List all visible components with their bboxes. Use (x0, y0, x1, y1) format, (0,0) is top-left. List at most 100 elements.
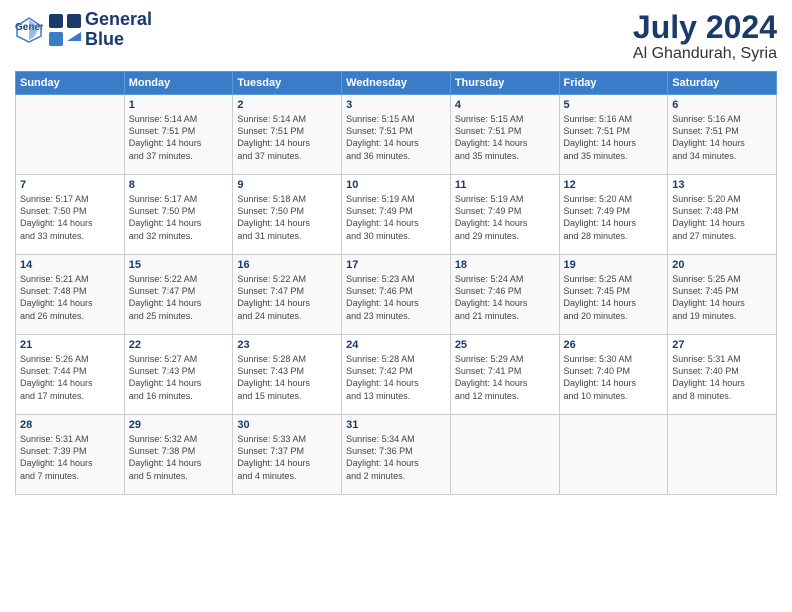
cell-content: Sunrise: 5:25 AM Sunset: 7:45 PM Dayligh… (564, 273, 664, 322)
day-number: 15 (129, 259, 229, 271)
weekday-header-saturday: Saturday (668, 72, 777, 95)
calendar-cell: 10 Sunrise: 5:19 AM Sunset: 7:49 PM Dayli… (342, 175, 451, 255)
cell-content: Sunrise: 5:18 AM Sunset: 7:50 PM Dayligh… (237, 193, 337, 242)
title-area: July 2024 Al Ghandurah, Syria (633, 10, 777, 63)
logo: General General Blue (15, 10, 152, 50)
cell-content: Sunrise: 5:23 AM Sunset: 7:46 PM Dayligh… (346, 273, 446, 322)
calendar-cell: 12 Sunrise: 5:20 AM Sunset: 7:49 PM Dayli… (559, 175, 668, 255)
cell-content: Sunrise: 5:20 AM Sunset: 7:49 PM Dayligh… (564, 193, 664, 242)
day-number: 16 (237, 259, 337, 271)
calendar-cell: 9 Sunrise: 5:18 AM Sunset: 7:50 PM Daylig… (233, 175, 342, 255)
day-number: 24 (346, 339, 446, 351)
cell-content: Sunrise: 5:19 AM Sunset: 7:49 PM Dayligh… (346, 193, 446, 242)
day-number: 31 (346, 419, 446, 431)
cell-content: Sunrise: 5:22 AM Sunset: 7:47 PM Dayligh… (129, 273, 229, 322)
calendar-cell: 28 Sunrise: 5:31 AM Sunset: 7:39 PM Dayli… (16, 415, 125, 495)
cell-content: Sunrise: 5:16 AM Sunset: 7:51 PM Dayligh… (672, 113, 772, 162)
day-number: 2 (237, 99, 337, 111)
cell-content: Sunrise: 5:31 AM Sunset: 7:39 PM Dayligh… (20, 433, 120, 482)
cell-content: Sunrise: 5:28 AM Sunset: 7:43 PM Dayligh… (237, 353, 337, 402)
calendar-cell: 8 Sunrise: 5:17 AM Sunset: 7:50 PM Daylig… (124, 175, 233, 255)
calendar-cell: 27 Sunrise: 5:31 AM Sunset: 7:40 PM Dayli… (668, 335, 777, 415)
cell-content: Sunrise: 5:19 AM Sunset: 7:49 PM Dayligh… (455, 193, 555, 242)
cell-content: Sunrise: 5:25 AM Sunset: 7:45 PM Dayligh… (672, 273, 772, 322)
calendar-cell: 22Sunrise: 5:27 AM Sunset: 7:43 PM Dayli… (124, 335, 233, 415)
calendar-table: SundayMondayTuesdayWednesdayThursdayFrid… (15, 71, 777, 495)
day-number: 30 (237, 419, 337, 431)
weekday-header-thursday: Thursday (450, 72, 559, 95)
cell-content: Sunrise: 5:17 AM Sunset: 7:50 PM Dayligh… (129, 193, 229, 242)
day-number: 17 (346, 259, 446, 271)
cell-content: Sunrise: 5:34 AM Sunset: 7:36 PM Dayligh… (346, 433, 446, 482)
cell-content: Sunrise: 5:15 AM Sunset: 7:51 PM Dayligh… (346, 113, 446, 162)
calendar-cell: 15 Sunrise: 5:22 AM Sunset: 7:47 PM Dayli… (124, 255, 233, 335)
calendar-header-row: SundayMondayTuesdayWednesdayThursdayFrid… (16, 72, 777, 95)
day-number: 12 (564, 179, 664, 191)
cell-content: Sunrise: 5:26 AM Sunset: 7:44 PM Dayligh… (20, 353, 120, 402)
cell-content: Sunrise: 5:33 AM Sunset: 7:37 PM Dayligh… (237, 433, 337, 482)
calendar-week-2: 7 Sunrise: 5:17 AM Sunset: 7:50 PM Daylig… (16, 175, 777, 255)
logo-icon: General (15, 16, 43, 44)
day-number: 25 (455, 339, 555, 351)
calendar-cell: 19 Sunrise: 5:25 AM Sunset: 7:45 PM Dayli… (559, 255, 668, 335)
day-number: 27 (672, 339, 772, 351)
logo-text: General Blue (85, 10, 152, 50)
weekday-header-friday: Friday (559, 72, 668, 95)
day-number: 1 (129, 99, 229, 111)
calendar-cell: 21 Sunrise: 5:26 AM Sunset: 7:44 PM Dayli… (16, 335, 125, 415)
day-number: 28 (20, 419, 120, 431)
cell-content: Sunrise: 5:16 AM Sunset: 7:51 PM Dayligh… (564, 113, 664, 162)
calendar-cell: 4 Sunrise: 5:15 AM Sunset: 7:51 PM Daylig… (450, 95, 559, 175)
calendar-cell: 3 Sunrise: 5:15 AM Sunset: 7:51 PM Daylig… (342, 95, 451, 175)
day-number: 10 (346, 179, 446, 191)
calendar-week-5: 28 Sunrise: 5:31 AM Sunset: 7:39 PM Dayli… (16, 415, 777, 495)
cell-content: Sunrise: 5:20 AM Sunset: 7:48 PM Dayligh… (672, 193, 772, 242)
calendar-cell: 6 Sunrise: 5:16 AM Sunset: 7:51 PM Daylig… (668, 95, 777, 175)
day-number: 18 (455, 259, 555, 271)
cell-content: Sunrise: 5:31 AM Sunset: 7:40 PM Dayligh… (672, 353, 772, 402)
weekday-header-monday: Monday (124, 72, 233, 95)
calendar-cell: 31 Sunrise: 5:34 AM Sunset: 7:36 PM Dayli… (342, 415, 451, 495)
cell-content: Sunrise: 5:28 AM Sunset: 7:42 PM Dayligh… (346, 353, 446, 402)
day-number: 23 (237, 339, 337, 351)
day-number: 4 (455, 99, 555, 111)
day-number: 11 (455, 179, 555, 191)
calendar-cell: 18Sunrise: 5:24 AM Sunset: 7:46 PM Dayli… (450, 255, 559, 335)
day-number: 9 (237, 179, 337, 191)
day-number: 14 (20, 259, 120, 271)
calendar-cell: 11 Sunrise: 5:19 AM Sunset: 7:49 PM Dayli… (450, 175, 559, 255)
calendar-cell (450, 415, 559, 495)
day-number: 26 (564, 339, 664, 351)
cell-content: Sunrise: 5:27 AM Sunset: 7:43 PM Dayligh… (129, 353, 229, 402)
weekday-header-tuesday: Tuesday (233, 72, 342, 95)
day-number: 7 (20, 179, 120, 191)
location-title: Al Ghandurah, Syria (633, 45, 777, 63)
cell-content: Sunrise: 5:22 AM Sunset: 7:47 PM Dayligh… (237, 273, 337, 322)
day-number: 6 (672, 99, 772, 111)
calendar-cell (559, 415, 668, 495)
calendar-week-1: 1 Sunrise: 5:14 AM Sunset: 7:51 PM Daylig… (16, 95, 777, 175)
calendar-cell: 2 Sunrise: 5:14 AM Sunset: 7:51 PM Daylig… (233, 95, 342, 175)
cell-content: Sunrise: 5:14 AM Sunset: 7:51 PM Dayligh… (237, 113, 337, 162)
cell-content: Sunrise: 5:21 AM Sunset: 7:48 PM Dayligh… (20, 273, 120, 322)
calendar-cell: 5 Sunrise: 5:16 AM Sunset: 7:51 PM Daylig… (559, 95, 668, 175)
weekday-header-sunday: Sunday (16, 72, 125, 95)
cell-content: Sunrise: 5:30 AM Sunset: 7:40 PM Dayligh… (564, 353, 664, 402)
cell-content: Sunrise: 5:29 AM Sunset: 7:41 PM Dayligh… (455, 353, 555, 402)
day-number: 8 (129, 179, 229, 191)
calendar-cell: 25 Sunrise: 5:29 AM Sunset: 7:41 PM Dayli… (450, 335, 559, 415)
day-number: 19 (564, 259, 664, 271)
general-blue-logo-graphic (47, 12, 83, 48)
cell-content: Sunrise: 5:15 AM Sunset: 7:51 PM Dayligh… (455, 113, 555, 162)
day-number: 20 (672, 259, 772, 271)
calendar-cell (16, 95, 125, 175)
day-number: 21 (20, 339, 120, 351)
calendar-cell: 30 Sunrise: 5:33 AM Sunset: 7:37 PM Dayli… (233, 415, 342, 495)
calendar-cell: 24 Sunrise: 5:28 AM Sunset: 7:42 PM Dayli… (342, 335, 451, 415)
calendar-cell: 14 Sunrise: 5:21 AM Sunset: 7:48 PM Dayli… (16, 255, 125, 335)
calendar-cell: 29Sunrise: 5:32 AM Sunset: 7:38 PM Dayli… (124, 415, 233, 495)
day-number: 5 (564, 99, 664, 111)
day-number: 3 (346, 99, 446, 111)
day-number: 29 (129, 419, 229, 431)
page-header: General General Blue (15, 10, 777, 63)
